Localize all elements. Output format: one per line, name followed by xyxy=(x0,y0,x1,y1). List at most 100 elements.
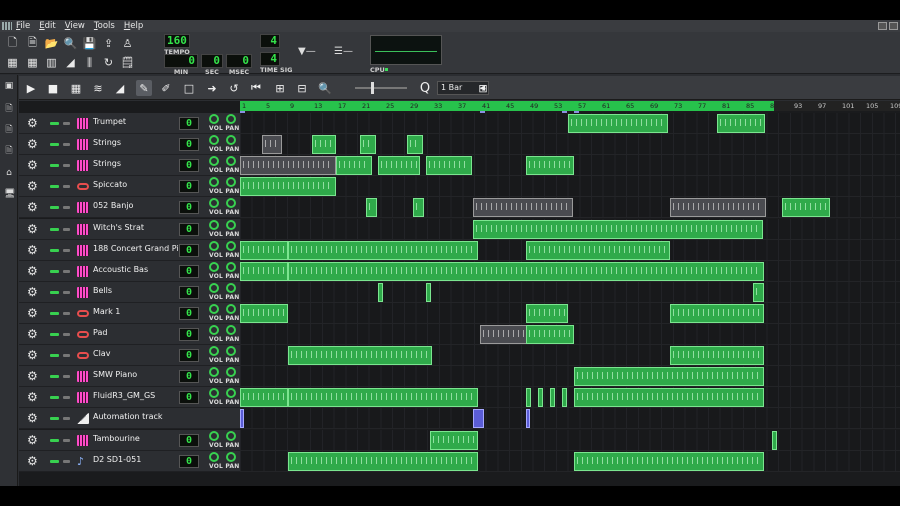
track-lane[interactable] xyxy=(240,281,900,303)
piano-roll-icon[interactable]: ▥ xyxy=(44,55,59,70)
pattern-clip[interactable] xyxy=(240,177,336,197)
pan-knob[interactable] xyxy=(226,282,236,293)
pattern-clip[interactable] xyxy=(378,156,420,176)
volume-knob[interactable] xyxy=(209,451,219,462)
solo-button[interactable] xyxy=(63,227,70,231)
track-lane[interactable] xyxy=(240,218,900,240)
menu-file[interactable]: File xyxy=(16,21,30,31)
pattern-clip[interactable] xyxy=(240,303,288,323)
solo-button[interactable] xyxy=(63,438,70,442)
mute-button[interactable] xyxy=(50,206,59,210)
track-volume-display[interactable]: 0 xyxy=(179,454,199,468)
pattern-clip[interactable] xyxy=(717,114,765,133)
presets-icon[interactable]: 🗎 xyxy=(4,146,14,157)
volume-knob[interactable] xyxy=(209,135,219,146)
pattern-clip[interactable] xyxy=(574,388,764,408)
zoom-icon[interactable]: 🔍 xyxy=(317,80,333,96)
pattern-clip[interactable] xyxy=(772,430,777,450)
automation-editor-icon[interactable]: ◢ xyxy=(63,55,78,70)
track-volume-display[interactable]: 0 xyxy=(179,159,199,173)
gear-icon[interactable]: ⚙ xyxy=(27,200,38,214)
play-icon[interactable]: ▶ xyxy=(23,80,39,96)
track-volume-display[interactable]: 0 xyxy=(179,391,199,405)
samples-icon[interactable]: 🗎 xyxy=(4,125,14,136)
volume-knob[interactable] xyxy=(209,156,219,167)
track-name[interactable]: Bells xyxy=(93,286,112,295)
solo-button[interactable] xyxy=(63,164,70,168)
track-volume-display[interactable]: 0 xyxy=(179,201,199,215)
computer-icon[interactable]: 🖥 xyxy=(4,189,15,200)
track-lane[interactable] xyxy=(240,324,900,345)
volume-knob[interactable] xyxy=(209,367,219,378)
track-name[interactable]: Mark 1 xyxy=(93,307,120,316)
mute-button[interactable] xyxy=(50,396,59,400)
solo-button[interactable] xyxy=(63,333,70,336)
volume-knob[interactable] xyxy=(209,240,219,251)
volume-knob[interactable] xyxy=(209,198,219,209)
track-lane[interactable] xyxy=(240,134,900,156)
mute-button[interactable] xyxy=(50,438,59,442)
automation-pattern[interactable] xyxy=(240,409,244,429)
home-folder-icon[interactable]: ⌂ xyxy=(4,168,14,179)
menu-view[interactable]: View xyxy=(65,21,85,31)
insert-bar-icon[interactable]: ⊞ xyxy=(272,80,288,96)
add-sample-track-icon[interactable]: ≋ xyxy=(90,80,106,96)
track-volume-display[interactable]: 0 xyxy=(179,243,199,257)
pattern-clip[interactable] xyxy=(753,282,764,302)
pan-knob[interactable] xyxy=(226,367,236,378)
pattern-clip[interactable] xyxy=(538,388,543,408)
menu-edit[interactable]: Edit xyxy=(39,21,55,31)
close-window-icon[interactable] xyxy=(889,22,898,30)
mute-button[interactable] xyxy=(50,122,59,125)
open-icon[interactable]: 📂 xyxy=(44,36,59,51)
gear-icon[interactable]: ⚙ xyxy=(27,285,38,299)
solo-button[interactable] xyxy=(63,248,70,252)
gear-icon[interactable]: ⚙ xyxy=(27,369,38,383)
pattern-clip[interactable] xyxy=(360,135,376,155)
mute-button[interactable] xyxy=(50,269,59,273)
solo-button[interactable] xyxy=(63,143,70,147)
pattern-clip[interactable] xyxy=(526,156,574,176)
export-icon[interactable]: ⇪ xyxy=(101,36,116,51)
track-name[interactable]: Trumpet xyxy=(93,117,126,126)
controller-rack-icon[interactable]: ↻ xyxy=(101,55,116,70)
track-volume-display[interactable]: 0 xyxy=(179,370,199,384)
track-lane[interactable] xyxy=(240,197,900,219)
volume-knob[interactable] xyxy=(209,114,219,124)
gear-icon[interactable]: ⚙ xyxy=(27,433,38,447)
track-name[interactable]: Pad xyxy=(93,328,107,337)
mute-button[interactable] xyxy=(50,459,59,463)
track-lane[interactable] xyxy=(240,429,900,451)
pattern-clip[interactable] xyxy=(426,282,431,302)
pan-knob[interactable] xyxy=(226,303,236,314)
solo-button[interactable] xyxy=(63,354,70,358)
loop-icon[interactable]: ↺ xyxy=(226,80,242,96)
pattern-clip[interactable] xyxy=(430,430,478,450)
track-volume-display[interactable]: 0 xyxy=(179,433,199,447)
pan-knob[interactable] xyxy=(226,261,236,272)
pattern-clip[interactable] xyxy=(574,451,764,471)
gear-icon[interactable]: ⚙ xyxy=(27,390,38,404)
volume-knob[interactable] xyxy=(209,325,219,335)
rewind-icon[interactable]: ⏮ xyxy=(248,80,264,96)
solo-button[interactable] xyxy=(63,459,70,463)
pattern-clip[interactable] xyxy=(240,261,288,281)
track-lane[interactable] xyxy=(240,366,900,388)
pattern-clip[interactable] xyxy=(574,367,764,387)
track-volume-display[interactable]: 0 xyxy=(179,138,199,152)
mute-button[interactable] xyxy=(50,164,59,168)
beat-bassline-icon[interactable]: ▦ xyxy=(25,55,40,70)
track-lane[interactable] xyxy=(240,302,900,324)
pattern-clip[interactable] xyxy=(670,303,764,323)
track-lane[interactable] xyxy=(240,113,900,134)
gear-icon[interactable]: ⚙ xyxy=(27,222,38,236)
pattern-clip[interactable] xyxy=(240,388,288,408)
track-name[interactable]: SMW Piano xyxy=(93,370,137,379)
mute-button[interactable] xyxy=(50,248,59,252)
pattern-clip[interactable] xyxy=(288,240,478,260)
instrument-plugins-icon[interactable]: ▣ xyxy=(4,81,14,92)
move-right-icon[interactable]: ➜ xyxy=(204,80,220,96)
solo-button[interactable] xyxy=(63,290,70,294)
pan-knob[interactable] xyxy=(226,451,236,462)
pattern-clip[interactable] xyxy=(240,156,336,176)
